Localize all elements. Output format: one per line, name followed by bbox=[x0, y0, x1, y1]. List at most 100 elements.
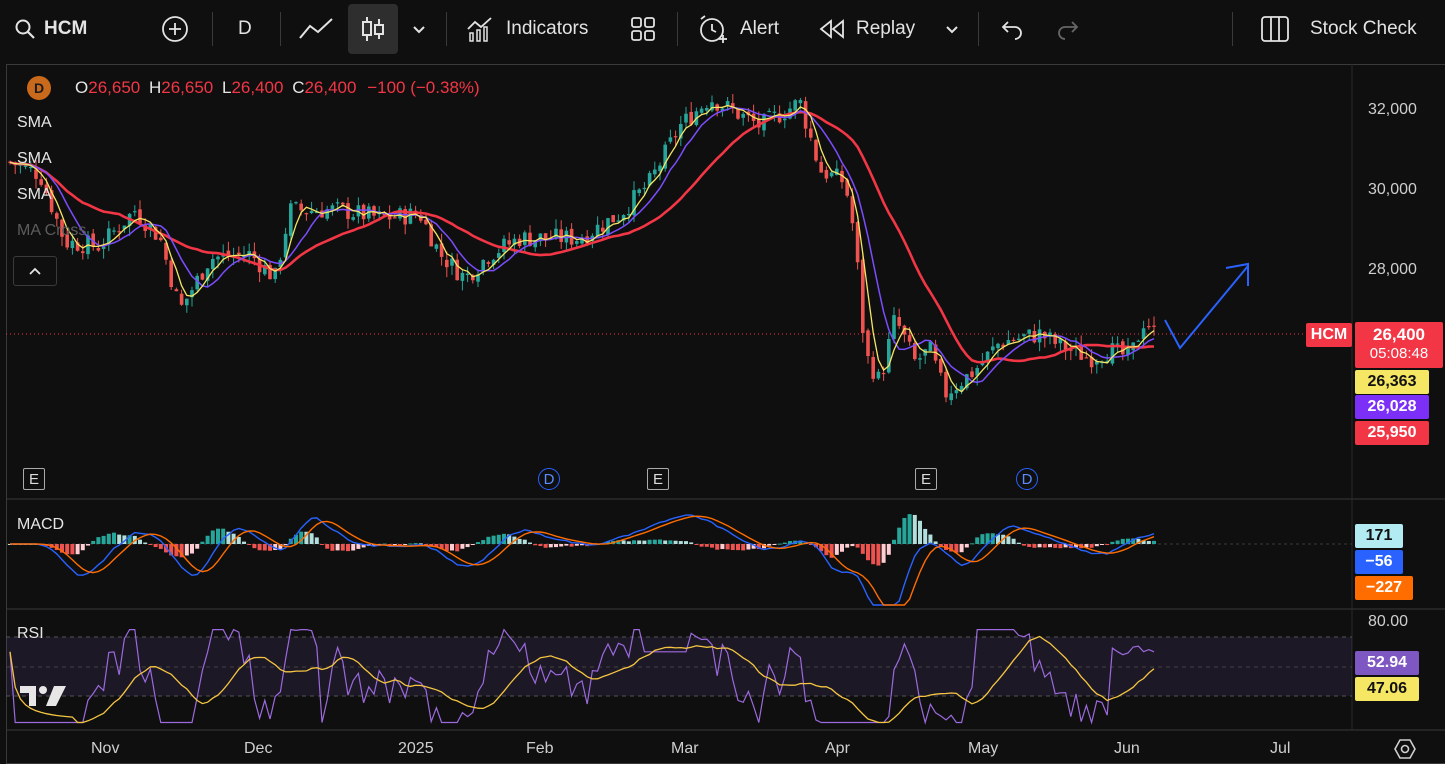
sma-mid-tag: 26,028 bbox=[1355, 395, 1429, 419]
candle-body bbox=[1141, 328, 1146, 340]
candle-body bbox=[393, 217, 397, 219]
macd-histogram-bar bbox=[205, 535, 210, 544]
macd-histogram-bar bbox=[684, 541, 688, 544]
macd-histogram-bar bbox=[720, 544, 725, 550]
macd-histogram-bar bbox=[543, 544, 548, 548]
candle-body bbox=[216, 256, 220, 260]
macd-histogram-bar bbox=[1094, 544, 1099, 547]
sma-slow-tag: 25,950 bbox=[1355, 421, 1429, 445]
earnings-marker[interactable]: E bbox=[915, 468, 937, 490]
dividend-marker[interactable]: D bbox=[538, 468, 560, 490]
macd-histogram-bar bbox=[117, 534, 122, 544]
macd-histogram-bar bbox=[704, 544, 709, 547]
candle-body bbox=[200, 273, 205, 280]
time-axis-label: 2025 bbox=[398, 740, 434, 757]
macd-histogram-bar bbox=[413, 543, 418, 545]
candle-body bbox=[559, 229, 563, 242]
macd-histogram-bar bbox=[876, 544, 881, 566]
macd-histogram-bar bbox=[621, 540, 626, 544]
price-chart[interactable] bbox=[0, 0, 1445, 764]
candle-body bbox=[949, 393, 953, 401]
forecast-arrow bbox=[1164, 265, 1249, 350]
macd-histogram-bar bbox=[1146, 541, 1151, 544]
time-axis-label: Feb bbox=[526, 740, 554, 757]
high-value: 26,650 bbox=[161, 78, 214, 97]
macd-histogram-bar bbox=[96, 537, 101, 544]
indicator-sma-1[interactable]: SMA bbox=[17, 114, 52, 132]
collapse-legend-button[interactable] bbox=[13, 256, 57, 286]
macd-histogram-bar bbox=[741, 544, 746, 551]
macd-histogram-bar bbox=[398, 544, 402, 545]
candle-body bbox=[876, 371, 881, 379]
macd-histogram-bar bbox=[694, 544, 699, 545]
macd-histogram-bar bbox=[184, 544, 189, 556]
time-axis-label: May bbox=[968, 740, 999, 757]
macd-histogram-bar bbox=[80, 544, 85, 551]
macd-histogram-bar bbox=[148, 544, 153, 545]
rsi-pane-title[interactable]: RSI bbox=[17, 625, 44, 643]
macd-histogram-bar bbox=[1027, 544, 1032, 548]
candle-body bbox=[1017, 338, 1021, 341]
candle-body bbox=[335, 202, 340, 204]
candle-body bbox=[445, 259, 449, 268]
dividend-marker[interactable]: D bbox=[1016, 468, 1038, 490]
candle-body bbox=[564, 230, 569, 243]
high-label: H bbox=[148, 78, 162, 97]
candle-body bbox=[1084, 357, 1089, 359]
candle-body bbox=[798, 99, 803, 104]
candle-body bbox=[133, 211, 137, 213]
candle-body bbox=[871, 356, 875, 379]
macd-histogram-bar bbox=[533, 544, 538, 546]
earnings-marker[interactable]: E bbox=[23, 468, 45, 490]
macd-histogram-bar bbox=[320, 544, 324, 545]
sma-fast-tag: 26,363 bbox=[1355, 370, 1429, 394]
low-value: 26,400 bbox=[231, 78, 284, 97]
candle-body bbox=[1147, 326, 1151, 328]
macd-histogram-bar bbox=[767, 544, 772, 546]
candle-body bbox=[793, 100, 797, 111]
macd-histogram-bar bbox=[673, 540, 678, 544]
candle-body bbox=[783, 118, 787, 121]
candle-body bbox=[185, 298, 189, 306]
macd-histogram-bar bbox=[221, 528, 226, 544]
indicator-sma-3[interactable]: SMA bbox=[17, 186, 52, 204]
macd-histogram-bar bbox=[91, 540, 96, 544]
symbol-badge[interactable]: D bbox=[27, 76, 51, 100]
indicator-ma-cross[interactable]: MA Cross bbox=[17, 222, 86, 240]
candle-body bbox=[138, 209, 142, 224]
candle-body bbox=[611, 215, 615, 223]
macd-histogram-bar bbox=[933, 541, 938, 544]
candle-body bbox=[705, 108, 709, 111]
macd-histogram-bar bbox=[678, 541, 683, 544]
macd-histogram-bar bbox=[70, 544, 75, 555]
macd-histogram-bar bbox=[356, 544, 361, 549]
candle-body bbox=[398, 208, 402, 219]
macd-histogram-bar bbox=[574, 544, 579, 546]
bar-countdown: 05:08:48 bbox=[1369, 345, 1429, 362]
candle-body bbox=[465, 273, 470, 276]
candle-body bbox=[1136, 340, 1141, 342]
candle-body bbox=[179, 293, 184, 305]
candle-body bbox=[543, 233, 548, 240]
macd-histogram-bar bbox=[564, 544, 569, 546]
macd-histogram-bar bbox=[1058, 544, 1063, 549]
settings-icon[interactable] bbox=[1394, 738, 1416, 760]
candle-body bbox=[907, 335, 912, 342]
indicator-sma-2[interactable]: SMA bbox=[17, 150, 52, 168]
macd-histogram-bar bbox=[689, 542, 694, 544]
macd-histogram-bar bbox=[247, 544, 252, 545]
macd-histogram-bar bbox=[262, 544, 267, 551]
candle-body bbox=[299, 203, 303, 211]
candle-body bbox=[918, 358, 922, 360]
macd-histogram-bar bbox=[1120, 538, 1125, 544]
macd-histogram-bar bbox=[658, 539, 662, 544]
macd-histogram-bar bbox=[746, 544, 751, 550]
time-axis-label: Jul bbox=[1270, 740, 1291, 757]
macd-line-tag: −56 bbox=[1355, 550, 1403, 574]
earnings-marker[interactable]: E bbox=[647, 468, 669, 490]
candle-body bbox=[341, 202, 345, 205]
macd-pane-title[interactable]: MACD bbox=[17, 516, 64, 534]
macd-histogram-bar bbox=[559, 544, 564, 547]
candle-body bbox=[970, 371, 974, 377]
macd-histogram-bar bbox=[522, 539, 527, 544]
